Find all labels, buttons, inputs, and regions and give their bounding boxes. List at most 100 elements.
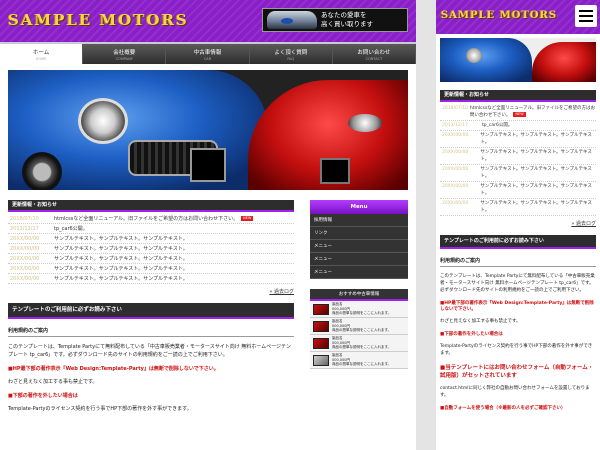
news-date: 20XX/00/00 [10, 256, 40, 262]
nav-item-4[interactable]: お問い合わせ CONTACT [332, 44, 416, 64]
nav-item-label: お問い合わせ [357, 50, 391, 56]
plate-icon [190, 148, 226, 182]
car-thumbnail-icon [267, 11, 317, 29]
sp-credit-warning-note: わざと見えなく加工する事も禁止です。 [440, 319, 521, 324]
news-date: 20XX/00/00 [10, 276, 40, 282]
buyback-banner[interactable]: あなたの愛車を 高く買い取ります [262, 8, 408, 32]
pickup-heading: おすすめ中古車情報 [310, 289, 408, 301]
news-date: 2018/07/10 [442, 106, 468, 111]
pickup-item[interactable]: 製品名 000,000円 商品の簡単な説明をここに入れます。 [310, 335, 408, 352]
nav-item-sub: FAQ [287, 57, 295, 61]
nav-item-label: ホーム [32, 50, 50, 56]
pickup-text: 製品名 000,000円 商品の簡単な説明をここに入れます。 [332, 336, 391, 350]
sp-form-warning: ■当テンプレートにはお問い合わせフォーム（自動フォーム・試用版）がセットされてい… [440, 365, 594, 379]
news-text: サンプルテキスト。サンプルテキスト。サンプルテキスト。 [480, 201, 592, 213]
news-text: サンプルテキスト。サンプルテキスト。サンプルテキスト。 [54, 256, 188, 262]
news-row: 2018/07/10 htmlcssなど全面リニューアル。旧ファイルをご希望の方は… [440, 104, 596, 121]
nav-item-2[interactable]: 中古車情報 CAR [166, 44, 250, 64]
sidebar-menu-item-1[interactable]: リンク [310, 227, 408, 240]
nav-item-1[interactable]: 会社概要 COMPANY [83, 44, 167, 64]
sp-auto-form-note: ■自動フォームを使う場合（※最新の人を必ずご確認下さい） [440, 406, 566, 411]
news-list: 2018/07/10 htmlcssなど全面リニューアル。旧ファイルをご希望の方は… [8, 214, 294, 284]
news-body: htmlcssなど全面リニューアル。旧ファイルをご希望の方はお問い合わせ下さい。… [54, 214, 254, 223]
screenshot-stage: SAMPLE MOTORS あなたの愛車を 高く買い取ります ホーム HOME 会社… [0, 0, 600, 450]
news-date: 20XX/00/00 [10, 236, 40, 242]
sp-site-logo[interactable]: SAMPLE MOTORS [441, 10, 557, 21]
car-thumbnail-icon [313, 320, 329, 332]
car-thumbnail-icon [313, 337, 329, 349]
news-row: 2013/12/17 tp_car6公開。 [440, 121, 596, 131]
news-date: 20XX/00/00 [442, 184, 469, 189]
news-text: サンプルテキスト。サンプルテキスト。サンプルテキスト。 [480, 184, 592, 196]
banner-line-2: 高く買い取ります [321, 20, 373, 28]
sidebar: Menu 採用情報 リンク メニュー メニュー メニュー おすすめ中古車情報 製品名 00… [310, 200, 408, 369]
past-log-link[interactable]: » 過去ログ [8, 288, 294, 295]
remove-credit-note: Template-Partyのライセンス契約を行う事でHP下部の著作を外す事がで… [8, 406, 192, 412]
news-text: tp_car6公開。 [54, 226, 88, 232]
news-date: 20XX/00/00 [442, 133, 469, 138]
news-row: 20XX/00/00 サンプルテキスト。サンプルテキスト。サンプルテキスト。 [440, 131, 596, 148]
news-text: htmlcssなど全面リニューアル。旧ファイルをご希望の方はお問い合わせ下さい。 [469, 106, 596, 118]
nav-item-sub: COMPANY [115, 57, 133, 61]
news-text: サンプルテキスト。サンプルテキスト。サンプルテキスト。 [480, 133, 592, 145]
sp-headlight-icon [466, 48, 482, 63]
main-column: 更新情報・お知らせ 2018/07/10 htmlcssなど全面リニューアル。旧フ… [8, 200, 294, 413]
news-date: 2018/07/10 [10, 216, 39, 222]
nav-item-0[interactable]: ホーム HOME [0, 44, 84, 64]
pickup-item[interactable]: 製品名 000,000円 商品の簡単な説明をここに入れます。 [310, 318, 408, 335]
news-row: 20XX/00/00 サンプルテキスト。サンプルテキスト。サンプルテキスト。 [440, 182, 596, 199]
site-header: SAMPLE MOTORS あなたの愛車を 高く買い取ります [0, 0, 416, 42]
red-car-headlight-icon [348, 114, 382, 132]
news-date: 20XX/00/00 [10, 266, 40, 272]
sidebar-menu-item-3[interactable]: メニュー [310, 253, 408, 266]
news-body: サンプルテキスト。サンプルテキスト。サンプルテキスト。 [54, 234, 188, 243]
sidebar-menu-item-4[interactable]: メニュー [310, 266, 408, 279]
nav-item-sub: HOME [35, 57, 47, 61]
news-date: 2013/12/17 [442, 123, 468, 128]
news-body: tp_car6公開。 [482, 122, 512, 129]
sidebar-menu: 採用情報 リンク メニュー メニュー メニュー [310, 214, 408, 279]
news-text: サンプルテキスト。サンプルテキスト。サンプルテキスト。 [54, 236, 188, 242]
news-body: サンプルテキスト。サンプルテキスト。サンプルテキスト。 [480, 183, 596, 197]
news-body: サンプルテキスト。サンプルテキスト。サンプルテキスト。 [480, 132, 596, 146]
news-row: 20XX/00/00 サンプルテキスト。サンプルテキスト。サンプルテキスト。 [8, 234, 294, 244]
news-text: サンプルテキスト。サンプルテキスト。サンプルテキスト。 [480, 150, 592, 162]
news-row: 20XX/00/00 サンプルテキスト。サンプルテキスト。サンプルテキスト。 [8, 244, 294, 254]
sp-news-list: 2018/07/10 htmlcssなど全面リニューアル。旧ファイルをご希望の方は… [440, 104, 596, 216]
news-body: サンプルテキスト。サンプルテキスト。サンプルテキスト。 [54, 254, 188, 263]
pickup-item[interactable]: 製品名 000,000円 商品の簡単な説明をここに入れます。 [310, 352, 408, 369]
news-text: サンプルテキスト。サンプルテキスト。サンプルテキスト。 [480, 167, 592, 179]
news-date: 20XX/00/00 [442, 150, 469, 155]
news-row: 20XX/00/00 サンプルテキスト。サンプルテキスト。サンプルテキスト。 [440, 148, 596, 165]
nav-item-sub: CAR [203, 57, 212, 61]
pickup-item[interactable]: 製品名 000,000円 商品の簡単な説明をここに入れます。 [310, 301, 408, 318]
sp-blue-car-icon [440, 38, 532, 82]
hamburger-menu-icon[interactable] [575, 5, 597, 27]
banner-line-1: あなたの愛車を [321, 11, 367, 19]
sidebar-menu-item-0[interactable]: 採用情報 [310, 214, 408, 227]
news-text: htmlcssなど全面リニューアル。旧ファイルをご希望の方はお問い合わせ下さい。 [54, 216, 239, 222]
smartphone-preview: SAMPLE MOTORS 更新情報・お知らせ 2018/07/10 htmlcs… [436, 0, 600, 450]
pickup-list: 製品名 000,000円 商品の簡単な説明をここに入れます。 製品名 000,000円商… [310, 301, 408, 369]
site-logo[interactable]: SAMPLE MOTORS [8, 11, 189, 29]
sidebar-menu-item-2[interactable]: メニュー [310, 240, 408, 253]
sp-hero-image [440, 38, 596, 82]
credit-warning: ■HP最下部の著作表示『Web Design:Template-Party』は無… [8, 366, 219, 372]
news-body: サンプルテキスト。サンプルテキスト。サンプルテキスト。 [480, 166, 596, 180]
news-date: 20XX/00/00 [442, 167, 469, 172]
news-row: 20XX/00/00 サンプルテキスト。サンプルテキスト。サンプルテキスト。 [8, 254, 294, 264]
pickup-line-l3: 商品の簡単な説明をここに入れます。 [332, 311, 392, 316]
sp-past-log-link[interactable]: » 過去ログ [440, 220, 596, 227]
new-badge: NEW [241, 216, 254, 221]
terms-heading: 利用規約のご案内 [8, 327, 294, 337]
news-body: htmlcssなど全面リニューアル。旧ファイルをご希望の方はお問い合わせ下さい。… [470, 105, 596, 119]
sp-remove-credit-note: Template-Partyのライセンス契約を行う事でHP下部の著作を外す事がで… [440, 344, 593, 356]
sp-credit-warning: ■HP最下部の著作表示『Web Design:Template-Party』は無… [440, 301, 594, 312]
sp-notice-heading: テンプレートのご利用前に必ずお読み下さい [440, 235, 596, 249]
nav-item-3[interactable]: よく頂く質問 FAQ [249, 44, 333, 64]
news-row: 2018/07/10 htmlcssなど全面リニューアル。旧ファイルをご希望の方は… [8, 214, 294, 224]
sp-red-car-icon [532, 42, 596, 82]
sp-header: SAMPLE MOTORS [436, 0, 600, 34]
news-row: 20XX/00/00 サンプルテキスト。サンプルテキスト。サンプルテキスト。 [8, 264, 294, 274]
nav-item-label: よく頂く質問 [274, 50, 308, 56]
